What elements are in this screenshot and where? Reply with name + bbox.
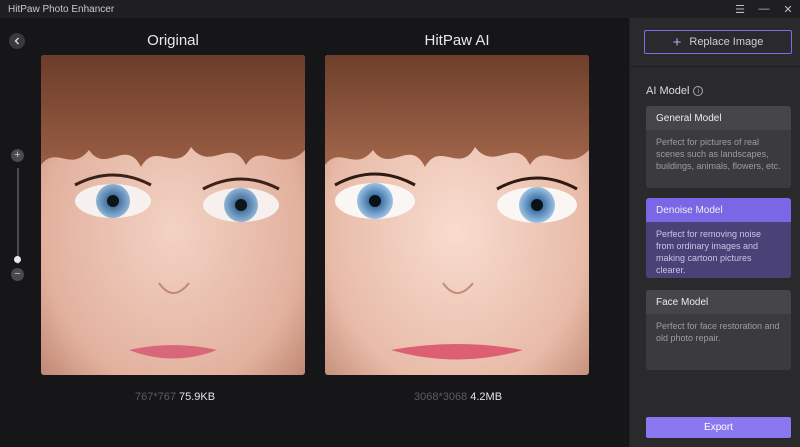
model-card-denoise[interactable]: Denoise Model Perfect for removing noise… — [646, 198, 791, 278]
replace-image-label: Replace Image — [689, 36, 764, 48]
replace-image-button[interactable]: + Replace Image — [644, 30, 792, 54]
minimize-icon[interactable]: — — [752, 0, 776, 18]
model-title: General Model — [646, 106, 791, 130]
window-controls: ☰ — ✕ — [728, 0, 800, 18]
menu-icon[interactable]: ☰ — [728, 0, 752, 18]
original-info: 767*767 75.9KB — [135, 391, 215, 403]
title-bar: HitPaw Photo Enhancer ☰ — ✕ — [0, 0, 800, 18]
enhanced-resolution: 3068*3068 — [414, 391, 468, 403]
close-icon[interactable]: ✕ — [776, 0, 800, 18]
zoom-in-button[interactable]: + — [11, 149, 24, 162]
original-image — [41, 55, 305, 375]
original-resolution: 767*767 — [135, 391, 176, 403]
enhanced-title: HitPaw AI — [424, 32, 490, 49]
model-description: Perfect for face restoration and old pho… — [656, 321, 780, 343]
app-title: HitPaw Photo Enhancer — [8, 3, 115, 15]
enhanced-image — [325, 55, 589, 375]
export-button[interactable]: Export — [646, 417, 791, 438]
ai-model-label: AI Model — [646, 85, 690, 97]
ai-model-heading: AI Model i — [646, 85, 704, 97]
info-icon[interactable]: i — [693, 86, 704, 96]
model-card-face[interactable]: Face Model Perfect for face restoration … — [646, 290, 791, 370]
model-title: Face Model — [646, 290, 791, 314]
app-window: HitPaw Photo Enhancer ☰ — ✕ + − Original — [0, 0, 800, 447]
zoom-out-button[interactable]: − — [11, 268, 24, 281]
enhanced-size: 4.2MB — [470, 391, 503, 403]
model-title: Denoise Model — [646, 198, 791, 222]
original-size: 75.9KB — [179, 391, 216, 403]
sidebar: + Replace Image AI Model i General Model… — [629, 18, 800, 447]
zoom-slider-handle[interactable] — [14, 256, 21, 263]
model-card-general[interactable]: General Model Perfect for pictures of re… — [646, 106, 791, 188]
original-title: Original — [147, 32, 199, 49]
enhanced-info: 3068*3068 4.2MB — [414, 391, 502, 403]
model-description: Perfect for removing noise from ordinary… — [656, 229, 762, 275]
divider — [630, 66, 800, 67]
model-description: Perfect for pictures of real scenes such… — [656, 137, 781, 171]
chevron-left-icon — [14, 37, 19, 45]
back-button[interactable] — [9, 33, 25, 49]
plus-icon: + — [672, 33, 682, 51]
zoom-slider-track[interactable] — [16, 168, 19, 264]
